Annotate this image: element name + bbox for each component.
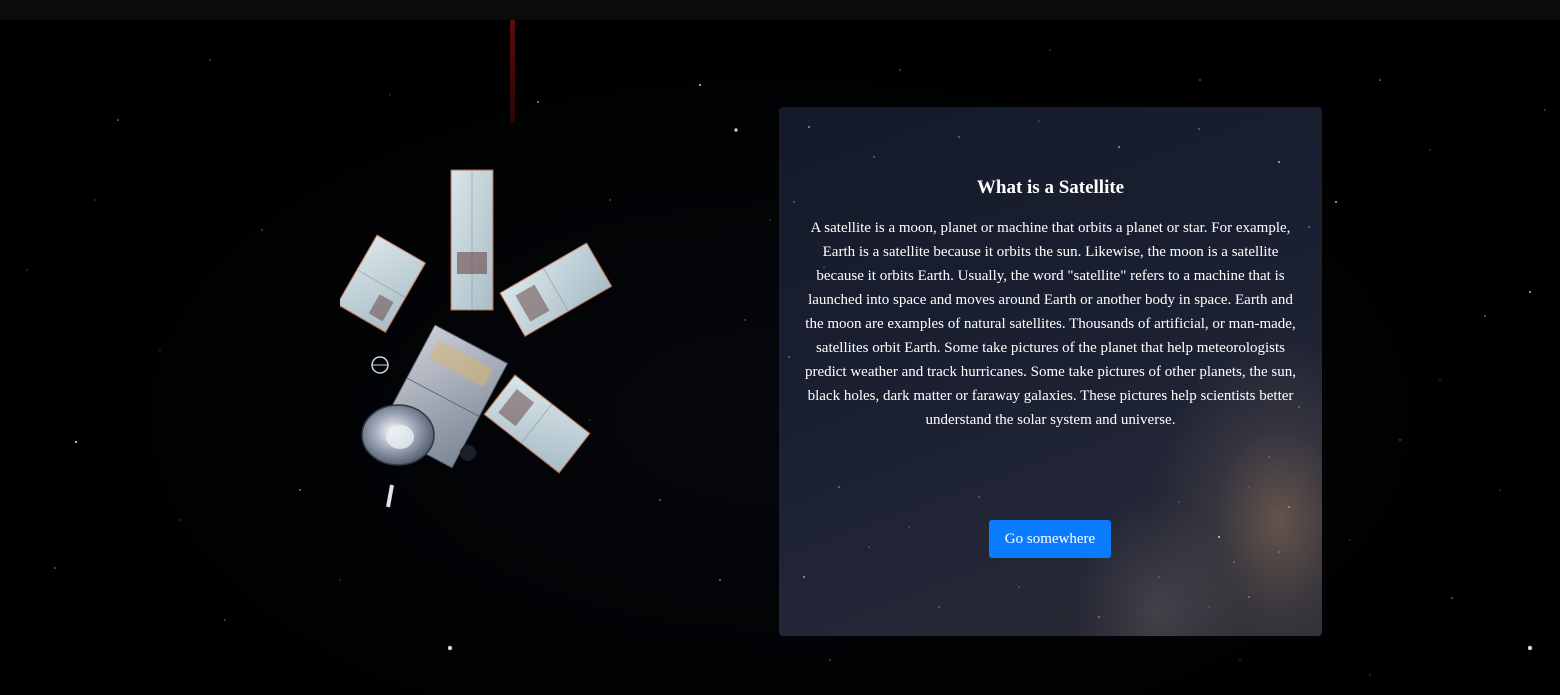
page: What is a Satellite A satellite is a moo…	[0, 0, 1560, 695]
go-somewhere-button[interactable]: Go somewhere	[989, 520, 1111, 558]
red-beam	[510, 20, 515, 123]
card-title: What is a Satellite	[976, 177, 1125, 198]
info-card: What is a Satellite A satellite is a moo…	[779, 107, 1322, 636]
card-description: A satellite is a moon, planet or machine…	[804, 220, 1297, 428]
satellite-image	[340, 169, 613, 508]
top-bar	[0, 0, 1560, 20]
